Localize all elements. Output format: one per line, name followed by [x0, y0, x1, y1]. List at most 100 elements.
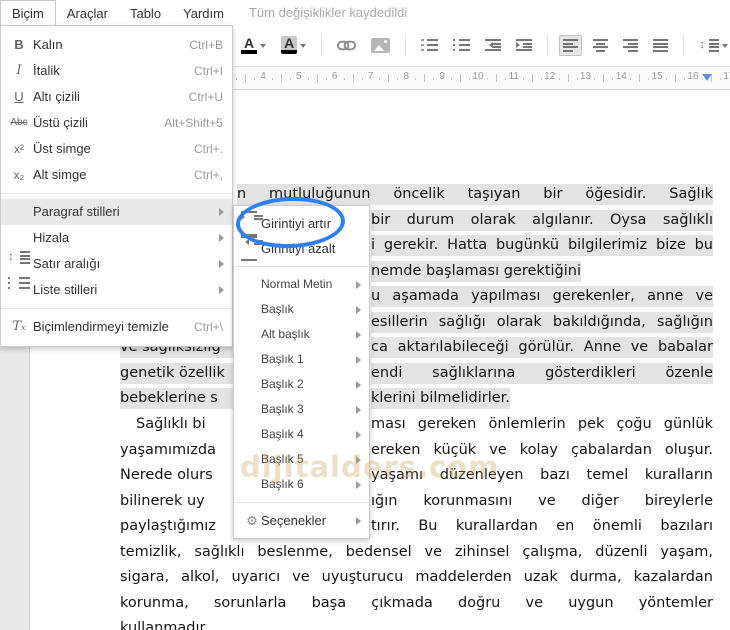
text-color-icon: A — [241, 36, 258, 54]
align-left-icon — [563, 38, 579, 52]
doc-line-text: nemde başlaması gerektiğini — [371, 260, 581, 282]
submenu-arrow-icon — [356, 516, 361, 525]
submenu-item-baslik-4[interactable]: Başlık 4 — [234, 422, 369, 447]
doc-line-text: temizlik, sağlıklı beslenme, bedensel ve… — [120, 543, 713, 560]
insert-image-button[interactable] — [367, 34, 394, 57]
menu-item-label: Alt başlık — [261, 327, 310, 341]
menu-bicim[interactable]: Biçim — [0, 0, 56, 25]
doc-line-text: yaşamı düzenleyen bazı temel kuralların — [371, 467, 713, 484]
ruler-number: 7 — [367, 71, 374, 82]
align-justify-button[interactable] — [649, 35, 672, 56]
doc-line-text: ereken küçük ve kolay çabalardan oluşur. — [371, 441, 713, 458]
increase-indent-button[interactable] — [512, 35, 536, 55]
doc-line-text: kullanmadır. — [120, 620, 209, 630]
doc-line-text: korunma, sorunlarla başa çıkmada doğru v… — [120, 594, 713, 611]
right-indent-marker[interactable] — [702, 74, 712, 86]
submenu-item-baslik[interactable]: Başlık — [234, 297, 369, 322]
menu-item-label: Kalın — [33, 37, 63, 52]
menu-item-hizala[interactable]: Hizala — [1, 225, 232, 251]
menu-araclar[interactable]: Araçlar — [56, 1, 119, 25]
menu-item-satir-araligi[interactable]: Satır aralığı — [1, 250, 232, 277]
menu-item-shortcut: Ctrl+B — [189, 38, 223, 52]
align-left-button[interactable] — [559, 34, 583, 56]
doc-line-text: u aşamada yapılması gerekenler, anne ve — [371, 286, 713, 308]
submenu-arrow-icon — [356, 405, 361, 414]
ruler-number: 9 — [439, 71, 445, 82]
submenu-arrow-icon — [356, 480, 361, 489]
align-right-button[interactable] — [619, 35, 642, 56]
menu-item-paragraf-stilleri[interactable]: Paragraf stilleri — [1, 199, 232, 225]
submenu-item-baslik-6[interactable]: Başlık 6 — [234, 472, 369, 497]
menu-item-label: Seçenekler — [261, 513, 327, 528]
menu-item-shortcut: Ctrl+\ — [193, 320, 223, 334]
bullet-list-button[interactable] — [449, 35, 474, 55]
menu-item-label: Paragraf stilleri — [33, 204, 120, 219]
doc-line-left-fragment: bebeklerine s — [120, 388, 233, 410]
doc-line-text: endi sağlıklarına gösterdikleri özenle — [371, 362, 713, 384]
menu-item-bicimlendirmeyi-temizle[interactable]: Tₓ Biçimlendirmeyi temizle Ctrl+\ — [1, 314, 232, 340]
menu-item-label: Satır aralığı — [33, 256, 101, 271]
menu-tablo[interactable]: Tablo — [119, 1, 172, 25]
menu-item-shortcut: Ctrl+I — [193, 64, 223, 78]
menu-item-label: Başlık 3 — [261, 402, 304, 416]
numbered-list-button[interactable] — [417, 35, 442, 55]
submenu-arrow-icon — [219, 260, 224, 268]
google-docs-window: n mutluluğunun öncelik taşıyan bir öğesi… — [0, 0, 730, 630]
menu-separator — [234, 502, 369, 503]
menu-item-label: Başlık — [261, 302, 294, 316]
submenu-item-secenekler[interactable]: ⚙ Seçenekler — [234, 508, 369, 533]
strikethrough-icon: Abc — [10, 117, 28, 128]
decrease-indent-button[interactable] — [481, 35, 505, 55]
menu-item-label: Başlık 1 — [261, 352, 304, 366]
ruler-number: 17 — [723, 71, 730, 82]
menu-item-alt-simge[interactable]: x₂ Alt simge Ctrl+, — [1, 162, 232, 188]
indent-less-icon — [485, 39, 502, 51]
menu-item-alti-cizili[interactable]: U Altı çizili Ctrl+U — [1, 84, 232, 110]
menu-item-ustu-cizili[interactable]: Abc Üstü çizili Alt+Shift+5 — [1, 110, 232, 136]
bold-icon: B — [14, 37, 24, 52]
superscript-icon: x² — [14, 142, 24, 156]
doc-line-left-fragment: genetik özellik — [120, 362, 233, 384]
insert-link-button[interactable] — [333, 36, 360, 55]
menu-item-liste-stilleri[interactable]: Liste stilleri — [1, 277, 232, 303]
toolbar-separator — [405, 34, 407, 56]
highlight-color-button[interactable]: A — [277, 32, 310, 58]
format-menu: B Kalın Ctrl+B I İtalik Ctrl+I U Altı çizili Ctr… — [0, 25, 233, 347]
menu-item-shortcut: Ctrl+. — [193, 142, 223, 156]
submenu-item-baslik-1[interactable]: Başlık 1 — [234, 347, 369, 372]
ruler-number: 11 — [508, 71, 519, 82]
menu-yardim[interactable]: Yardım — [172, 1, 235, 25]
submenu-item-normal-metin[interactable]: Normal Metin — [234, 272, 369, 297]
menu-item-label: Başlık 4 — [261, 427, 304, 441]
menu-item-italik[interactable]: I İtalik Ctrl+I — [1, 58, 232, 84]
ruler-number: 16 — [687, 71, 699, 82]
menu-separator — [1, 193, 232, 194]
submenu-item-alt-baslik[interactable]: Alt başlık — [234, 322, 369, 347]
submenu-item-baslik-3[interactable]: Başlık 3 — [234, 397, 369, 422]
align-right-icon — [623, 38, 639, 52]
submenu-arrow-icon — [356, 330, 361, 339]
menu-item-ust-simge[interactable]: x² Üst simge Ctrl+. — [1, 136, 232, 162]
menu-item-label: Normal Metin — [261, 277, 333, 291]
image-icon — [371, 37, 391, 53]
submenu-arrow-icon — [219, 234, 224, 242]
caret-down-icon — [260, 43, 267, 51]
menu-item-kalin[interactable]: B Kalın Ctrl+B — [1, 32, 232, 58]
ruler-number: 13 — [579, 71, 592, 82]
list-styles-icon — [8, 277, 30, 303]
paragraph-styles-submenu: Girintiyi artır Girintiyi azalt Normal Met… — [233, 205, 370, 539]
menu-item-label: Biçimlendirmeyi temizle — [33, 319, 169, 334]
menu-separator — [234, 266, 369, 267]
submenu-item-baslik-5[interactable]: Başlık 5 — [234, 447, 369, 472]
text-color-button[interactable]: A — [237, 33, 270, 58]
align-center-button[interactable] — [589, 35, 612, 56]
submenu-item-baslik-2[interactable]: Başlık 2 — [234, 372, 369, 397]
toolbar: AA — [237, 28, 730, 62]
toolbar-separator — [321, 34, 323, 56]
line-spacing-button[interactable] — [695, 35, 730, 56]
doc-line-text: sigara, alkol, uyarıcı ve uyuşturucu mad… — [120, 569, 713, 586]
clear-format-icon: Tₓ — [12, 319, 26, 334]
doc-line-text: tırır. Bu kurallardan en önemli bazıları — [371, 518, 713, 535]
caret-down-icon — [722, 43, 729, 51]
menu-bar: Biçim Araçlar Tablo Yardım Tüm değişiklikler… — [0, 0, 730, 25]
